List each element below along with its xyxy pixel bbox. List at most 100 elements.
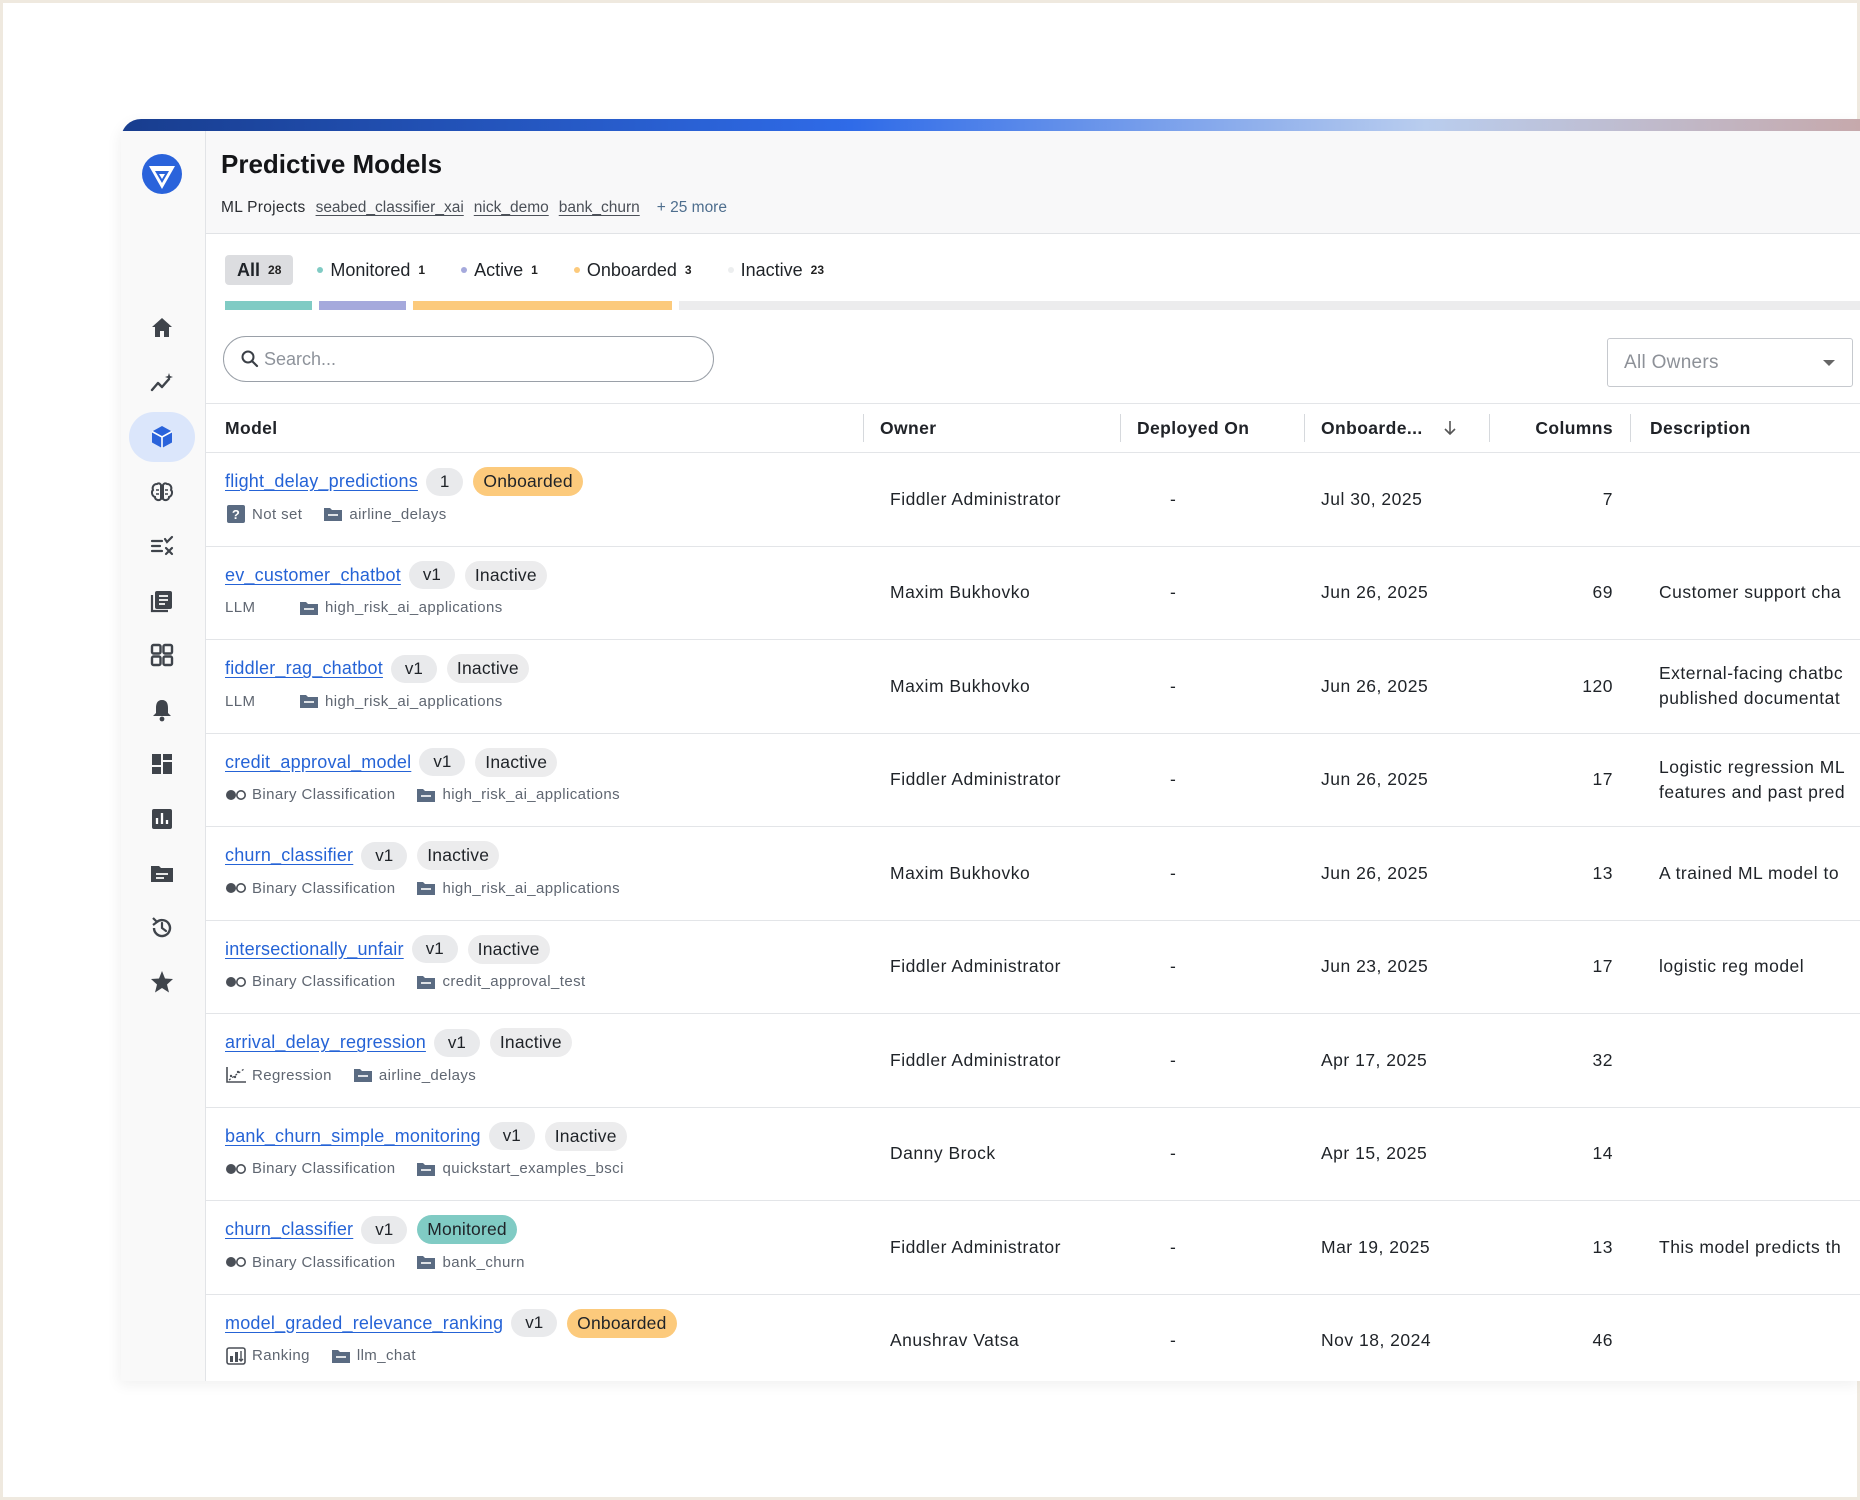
apps-grid-icon [150, 643, 174, 667]
column-resize-handle[interactable] [1630, 414, 1631, 442]
table-row[interactable]: flight_delay_predictions 1 Onboarded? Not s… [206, 453, 1860, 547]
owner-filter-dropdown[interactable]: All Owners [1607, 338, 1853, 387]
column-resize-handle[interactable] [863, 414, 864, 442]
sort-descending-icon[interactable] [1443, 420, 1457, 436]
progress-segment-onboarded [413, 301, 672, 310]
sidebar-item-home[interactable] [129, 303, 195, 353]
search-box[interactable] [223, 336, 714, 382]
project-link[interactable]: nick_demo [474, 199, 549, 217]
task-type-label: Binary Classification [252, 879, 396, 897]
dashboard-icon [152, 754, 172, 774]
column-header-model[interactable]: Model [225, 404, 278, 452]
model-name-link[interactable]: bank_churn_simple_monitoring [225, 1126, 481, 1147]
tab-inactive[interactable]: Inactive 23 [716, 255, 836, 285]
description-cell [1659, 1295, 1859, 1382]
project-label: high_risk_ai_applications [442, 786, 621, 803]
project-label: llm_chat [356, 1347, 416, 1364]
project-link[interactable]: bank_churn [559, 199, 640, 217]
column-header-onboarded[interactable]: Onboarde... [1321, 404, 1457, 452]
sidebar-item-rules[interactable] [129, 521, 195, 571]
model-name-link[interactable]: ev_customer_chatbot [225, 565, 401, 586]
table-row[interactable]: model_graded_relevance_ranking v1 Onboarde… [206, 1295, 1860, 1382]
table-row[interactable]: intersectionally_unfair v1 Inactive Binary … [206, 921, 1860, 1014]
sidebar-item-bell[interactable] [129, 685, 195, 735]
binary-icon [225, 1253, 247, 1271]
column-resize-handle[interactable] [1489, 414, 1490, 442]
sidebar-item-chart[interactable] [129, 794, 195, 844]
model-name-link[interactable]: churn_classifier [225, 845, 353, 866]
sidebar-item-models-cube[interactable] [129, 412, 195, 462]
tab-all[interactable]: All 28 [225, 255, 294, 285]
binary-icon [225, 879, 247, 897]
search-input[interactable] [264, 348, 694, 370]
owner-cell: Fiddler Administrator [890, 1236, 1061, 1257]
sidebar-item-history[interactable] [129, 903, 195, 953]
page-header: Predictive Models ML Projects seabed_cla… [206, 131, 1860, 234]
sidebar-item-docs[interactable] [129, 576, 195, 626]
table-row[interactable]: arrival_delay_regression v1 Inactive Regres… [206, 1014, 1860, 1108]
table-row[interactable]: churn_classifier v1 Monitored Binary Classi… [206, 1201, 1860, 1295]
model-name-link[interactable]: arrival_delay_regression [225, 1032, 426, 1053]
onboarded-date-cell: Apr 15, 2025 [1321, 1143, 1428, 1163]
task-type-label: Binary Classification [252, 1253, 396, 1271]
column-resize-handle[interactable] [1304, 414, 1305, 442]
columns-count-cell: 32 [1592, 1049, 1613, 1070]
sidebar-item-dashboard[interactable] [129, 739, 195, 789]
columns-count-cell: 120 [1582, 675, 1613, 696]
deployed-on-cell: - [1170, 956, 1177, 976]
column-header-columns[interactable]: Columns [1506, 404, 1613, 452]
onboarded-date-cell: Jun 23, 2025 [1321, 956, 1429, 976]
tab-monitored[interactable]: Monitored 1 [305, 255, 437, 285]
deployed-on-cell: - [1170, 582, 1177, 602]
sidebar-item-insights[interactable] [129, 358, 195, 408]
project-link[interactable]: seabed_classifier_xai [316, 199, 464, 217]
column-header-description[interactable]: Description [1650, 404, 1751, 452]
model-name-link[interactable]: flight_delay_predictions [225, 471, 418, 492]
tab-label: All [237, 259, 261, 280]
status-tabs: All 28 Monitored 1 Active 1 Onboarded 3 Inactive… [225, 255, 848, 285]
models-cube-icon [151, 426, 173, 448]
tab-active[interactable]: Active 1 [449, 255, 550, 285]
table-row[interactable]: credit_approval_model v1 Inactive Binary Cl… [206, 734, 1860, 827]
task-type-label: Regression [252, 1066, 332, 1084]
deployed-on-cell: - [1170, 769, 1177, 789]
owner-cell: Danny Brock [890, 1143, 996, 1163]
table-row[interactable]: fiddler_rag_chatbot v1 Inactive LLM high_ris… [206, 640, 1860, 734]
sidebar-item-folder[interactable] [129, 848, 195, 898]
model-name-link[interactable]: model_graded_relevance_ranking [225, 1313, 503, 1334]
version-badge: v1 [408, 561, 455, 589]
fiddler-logo[interactable] [140, 152, 184, 196]
folder-icon [298, 599, 320, 617]
tab-onboarded[interactable]: Onboarded 3 [562, 255, 704, 285]
model-name-link[interactable]: intersectionally_unfair [225, 939, 404, 960]
column-resize-handle[interactable] [1120, 414, 1121, 442]
model-name-link[interactable]: fiddler_rag_chatbot [225, 658, 383, 679]
ml-projects-label: ML Projects [221, 199, 306, 216]
table-row[interactable]: ev_customer_chatbot v1 Inactive LLM high_ris… [206, 547, 1860, 640]
tab-label: Inactive [740, 259, 803, 280]
folder-icon [415, 786, 437, 804]
more-projects-link[interactable]: + 25 more [657, 199, 727, 217]
progress-segment-inactive [679, 301, 1860, 310]
column-header-owner[interactable]: Owner [880, 404, 936, 452]
folder-icon [415, 879, 437, 897]
column-header-deployed-on[interactable]: Deployed On [1137, 404, 1249, 452]
tab-label: Monitored [330, 259, 411, 280]
sidebar-item-apps-grid[interactable] [129, 630, 195, 680]
model-name-link[interactable]: churn_classifier [225, 1219, 353, 1240]
model-name-link[interactable]: credit_approval_model [225, 752, 411, 773]
task-type-label: Binary Classification [252, 786, 396, 803]
columns-count-cell: 13 [1592, 862, 1613, 883]
version-badge: v1 [511, 1309, 558, 1337]
folder-icon [352, 1066, 374, 1084]
sidebar-item-star[interactable] [129, 957, 195, 1007]
main-content: Predictive Models ML Projects seabed_cla… [206, 131, 1860, 1381]
insights-icon [150, 372, 173, 391]
table-row[interactable]: churn_classifier v1 Inactive Binary Classif… [206, 827, 1860, 921]
folder-icon [322, 505, 344, 523]
svg-text:?: ? [232, 507, 240, 522]
version-badge: v1 [488, 1122, 535, 1150]
status-dot [727, 267, 734, 273]
table-row[interactable]: bank_churn_simple_monitoring v1 Inactive Bi… [206, 1108, 1860, 1201]
sidebar-item-brain[interactable] [129, 467, 195, 517]
